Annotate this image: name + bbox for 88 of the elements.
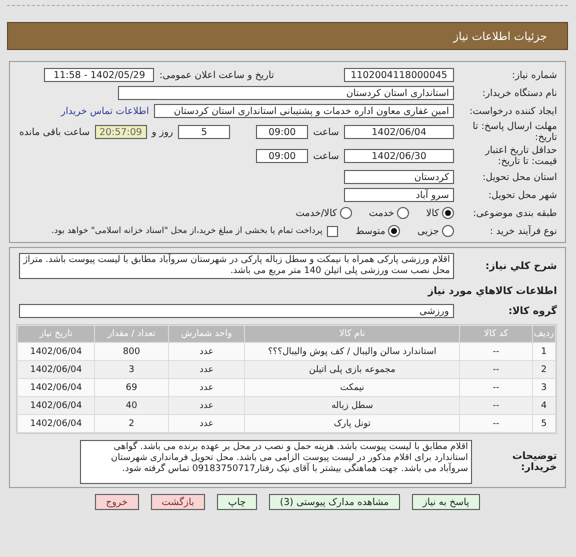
field-label: شماره نیاز: — [510, 70, 557, 80]
table-cell: سطل زباله — [245, 397, 460, 414]
column-header: تاریخ نیاز — [18, 326, 94, 342]
header-title: جزئیات اطلاعات نیاز — [453, 30, 547, 42]
radio-label: متوسط — [355, 226, 386, 236]
time-label: ساعت — [313, 150, 339, 162]
table-cell: 1402/06/04 — [18, 397, 94, 414]
field-label: استان محل تحویل: — [481, 172, 557, 182]
remaining-time-field: 20:57:09 — [94, 125, 147, 139]
table-cell: 4 — [532, 397, 555, 414]
field-label: نام دستگاه خریدار: — [481, 88, 557, 98]
table-cell: 800 — [95, 343, 168, 360]
table-cell: 40 — [95, 397, 168, 414]
field-label: نوع فرآیند خرید : — [488, 226, 557, 236]
radio-label: خدمت — [368, 208, 394, 218]
buyer-contact-link[interactable]: اطلاعات تماس خریدار — [60, 106, 149, 116]
column-header: نام کالا — [245, 326, 460, 342]
action-button[interactable]: خروج — [94, 494, 139, 510]
buyer-org-field: استانداری استان کردستان — [118, 86, 454, 100]
checkbox[interactable] — [327, 226, 338, 236]
column-header: واحد شمارش — [168, 326, 244, 342]
table-cell: -- — [460, 361, 532, 378]
validity-time-field: 09:00 — [256, 149, 308, 163]
field-label: تاریخ و ساعت اعلان عمومی: — [159, 70, 274, 80]
radio-button[interactable] — [442, 207, 454, 219]
announce-date-field: 1402/05/29 - 11:58 — [44, 68, 154, 82]
table-cell: 1402/06/04 — [18, 379, 94, 396]
radio-label: کالا — [426, 208, 439, 218]
table-cell: 1402/06/04 — [18, 415, 94, 432]
table-cell: -- — [460, 343, 532, 360]
table-cell: 1402/06/04 — [18, 361, 94, 378]
goods-group-field: ورزشی — [19, 304, 454, 318]
field-label: ایجاد کننده درخواست: — [468, 106, 557, 116]
remaining-label: ساعت باقی مانده — [19, 126, 90, 138]
radio-button[interactable] — [388, 225, 400, 237]
summary-text: اقلام ورزشی پارکی همراه با نیمکت و سطل زباله پارکی در شهرستان سروآباد مطابق با لیست پیوست باشد. متراژ محل نصب ست ورزشی پلی اتیلن 140 متر مربع می باشد. — [19, 253, 454, 279]
field-label: مهلت ارسال پاسخ: تا تاریخ: — [472, 121, 557, 143]
action-button[interactable]: پاسخ به نياز — [412, 494, 480, 510]
table-cell: 2 — [532, 361, 555, 378]
table-cell: استاندارد سالن والیبال / کف پوش والیبال؟؟؟ — [245, 343, 460, 360]
buyer-notes-text: اقلام مطابق با لیست پیوست باشد. هزینه حمل و نصب در محل بر عهده برنده می باشد. گواهی استاندارد برای اقلام مذکور در لیست پیوست الزامی می باشد. محل تحویل فرمانداری شهرستان سروآباد می باشد. جهت هماهنگی بیشتر با آقای نیک رفتار09183750717 تماس گرفته شود. — [80, 440, 472, 484]
table-cell: عدد — [168, 397, 244, 414]
radio-button[interactable] — [442, 225, 454, 237]
table-cell: عدد — [168, 343, 244, 360]
column-header: تعداد / مقدار — [95, 326, 168, 342]
table-cell: 69 — [95, 379, 168, 396]
need-number-field: 1102004118000045 — [344, 68, 454, 82]
checkbox-label: پرداخت تمام یا بخشی از مبلغ خرید،از محل "اسناد خزانه اسلامی" خواهد بود. — [51, 226, 322, 236]
table-cell: تونل پارک — [245, 415, 460, 432]
action-button[interactable]: بازگشت — [150, 494, 206, 510]
field-label: توضیحات خریدار: — [511, 451, 557, 473]
table-cell: عدد — [168, 415, 244, 432]
field-label: شرح کلي نياز: — [484, 260, 557, 272]
table-cell: -- — [460, 415, 532, 432]
table-cell: 2 — [95, 415, 168, 432]
table-cell: -- — [460, 397, 532, 414]
column-header: ردیف — [532, 326, 555, 342]
action-button[interactable]: چاپ — [217, 494, 257, 510]
table-cell: -- — [460, 379, 532, 396]
table-cell: 3 — [95, 361, 168, 378]
radio-button[interactable] — [340, 207, 352, 219]
table-cell: نیمکت — [245, 379, 460, 396]
table-cell: 1 — [532, 343, 555, 360]
table-cell: مجموعه بازی پلی اتیلن — [245, 361, 460, 378]
radio-label: کالا/خدمت — [296, 208, 337, 218]
days-field: 5 — [178, 125, 230, 139]
field-label: طبقه بندی موضوعی: — [472, 208, 557, 218]
province-field: کردستان — [344, 170, 454, 184]
field-label: گروه کالا: — [507, 306, 557, 316]
table-cell: 5 — [532, 415, 555, 432]
section-title: اطلاعات کالاهاي مورد نياز — [428, 286, 557, 296]
table-cell: 1402/06/04 — [18, 343, 94, 360]
field-label: حداقل تاریخ اعتبار قیمت: تا تاریخ: — [484, 145, 557, 167]
radio-button[interactable] — [397, 207, 410, 219]
action-button[interactable]: مشاهده مدارک پیوستی (3) — [268, 494, 400, 510]
table-cell: عدد — [168, 379, 244, 396]
column-header: کد کالا — [460, 326, 532, 342]
table-cell: عدد — [168, 361, 244, 378]
creator-field: امین غفاری معاون اداره خدمات و پشتیبانی استانداری استان کردستان — [154, 104, 454, 118]
city-field: سرو آباد — [344, 188, 454, 202]
field-label: شهر محل تحویل: — [487, 190, 557, 200]
table-cell: 3 — [532, 379, 555, 396]
deadline-date-field: 1402/06/04 — [344, 125, 454, 139]
days-label: روز و — [152, 126, 174, 138]
deadline-time-field: 09:00 — [256, 125, 308, 139]
radio-label: جزیی — [417, 226, 439, 236]
validity-date-field: 1402/06/30 — [344, 149, 454, 163]
time-label: ساعت — [313, 126, 339, 138]
